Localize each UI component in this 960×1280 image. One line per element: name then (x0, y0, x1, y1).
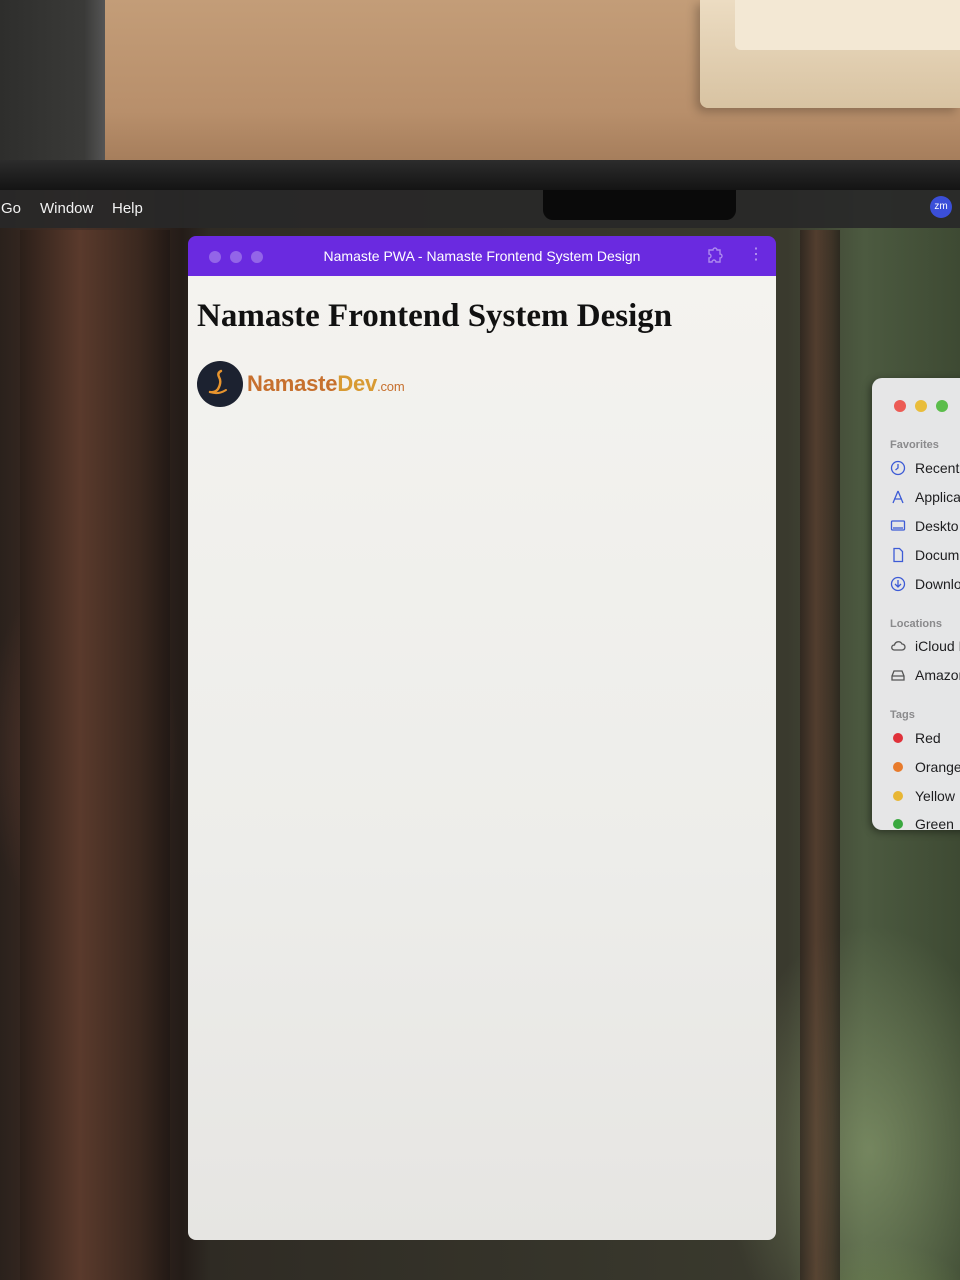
page-title: Namaste Frontend System Design (197, 298, 673, 334)
wallpaper-tree-trunk (20, 230, 170, 1280)
sidebar-tag-green[interactable]: Green (890, 814, 960, 834)
tag-color-dot (893, 762, 903, 772)
extension-icon[interactable] (704, 246, 724, 266)
clock-icon (890, 460, 906, 476)
sidebar-tag-red[interactable]: Red (890, 728, 960, 748)
sidebar-item-desktop[interactable]: Deskto (890, 516, 960, 536)
camera-notch (543, 190, 736, 220)
menu-go[interactable]: Go (1, 200, 21, 218)
finder-minimize-button[interactable] (915, 400, 927, 412)
document-icon (893, 547, 904, 563)
pwa-titlebar[interactable]: Namaste PWA - Namaste Frontend System De… (188, 236, 776, 276)
finder-close-button[interactable] (894, 400, 906, 412)
finder-zoom-button[interactable] (936, 400, 948, 412)
sidebar-item-amazon[interactable]: Amazon (890, 665, 960, 685)
menu-window[interactable]: Window (40, 200, 93, 218)
desktop-icon (890, 520, 906, 531)
drive-icon (891, 670, 905, 681)
wallpaper-tree-trunk (800, 230, 840, 1280)
user-avatar[interactable]: zm (930, 196, 952, 218)
sidebar-item-recents[interactable]: Recent (890, 458, 960, 478)
tag-color-dot (893, 819, 903, 829)
sidebar-item-downloads[interactable]: Downlo (890, 574, 960, 594)
applications-icon (892, 490, 904, 504)
screen-bezel (0, 160, 960, 190)
tags-section-label: Tags (890, 709, 915, 721)
sidebar-item-documents[interactable]: Docum (890, 545, 960, 565)
sidebar-tag-orange[interactable]: Orange (890, 757, 960, 777)
cloud-icon (891, 641, 906, 651)
pwa-content: Namaste Frontend System Design NamasteDe… (188, 276, 776, 1240)
sidebar-tag-yellow[interactable]: Yellow (890, 786, 960, 806)
locations-section-label: Locations (890, 618, 942, 630)
tag-color-dot (893, 791, 903, 801)
menu-bar (0, 190, 960, 228)
menu-help[interactable]: Help (112, 200, 143, 218)
sidebar-item-applications[interactable]: Applica (890, 487, 960, 507)
tag-color-dot (893, 733, 903, 743)
pwa-window: Namaste PWA - Namaste Frontend System De… (188, 236, 776, 1240)
download-icon (890, 576, 906, 592)
namastedev-logo-icon (197, 361, 243, 407)
sidebar-item-icloud[interactable]: iCloud D (890, 636, 960, 656)
namastedev-logo-text: NamasteDev.com (247, 371, 405, 396)
favorites-section-label: Favorites (890, 439, 939, 451)
more-options-icon[interactable]: ⋮ (748, 244, 764, 268)
background-shelf-inner (735, 0, 960, 50)
background-monitor-edge (0, 0, 105, 160)
finder-window: Favorites Recent Applica Deskto Docum Do… (872, 378, 960, 832)
window-title: Namaste PWA - Namaste Frontend System De… (323, 248, 641, 264)
